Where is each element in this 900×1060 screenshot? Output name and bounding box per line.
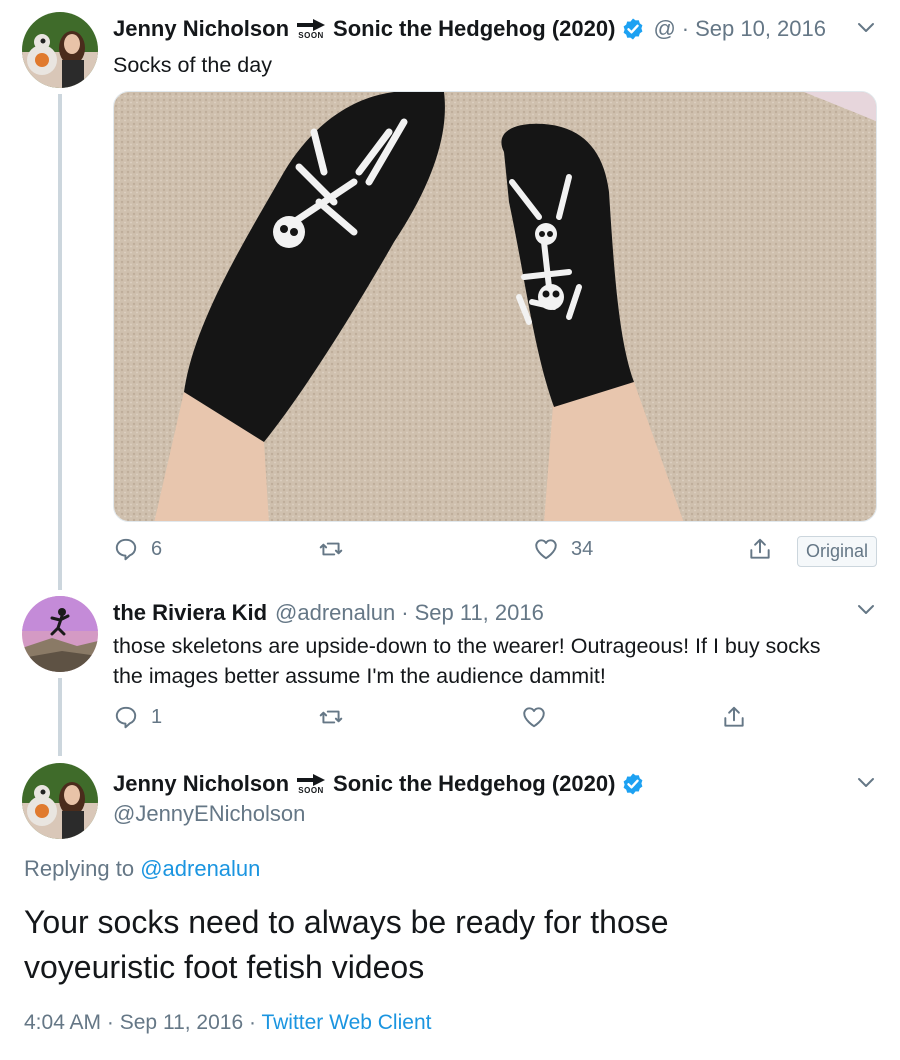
like-icon <box>523 707 545 728</box>
reply-icon <box>115 706 137 729</box>
socks-photo <box>114 92 876 521</box>
tweet-text-line: the images better assume I'm the audienc… <box>113 664 606 688</box>
author-name[interactable]: Jenny Nicholson <box>113 16 289 42</box>
verified-badge-icon <box>624 773 643 795</box>
avatar-image <box>22 763 98 839</box>
tweet-date[interactable]: Sep 11, 2016 <box>120 1011 243 1034</box>
retweet-icon <box>319 542 343 556</box>
tweet-1[interactable]: Jenny Nicholson SOON Sonic the Hedgehog … <box>0 0 900 590</box>
replying-to-label: Replying to <box>24 856 135 881</box>
tweet-date[interactable]: Sep 11, 2016 <box>415 600 544 626</box>
share-icon <box>724 706 744 727</box>
author-name-suffix[interactable]: Sonic the Hedgehog (2020) <box>333 16 615 42</box>
tweet-2[interactable]: the Riviera Kid @adrenalun · Sep 11, 201… <box>0 590 900 756</box>
like-icon <box>535 539 557 560</box>
replying-to-handle[interactable]: @adrenalun <box>140 856 260 881</box>
tweet-meta: 4:04 AM · Sep 11, 2016 · Twitter Web Cli… <box>24 1011 431 1035</box>
separator: · <box>401 600 409 625</box>
tweet-text: Socks of the day <box>113 53 272 77</box>
separator: · <box>248 1011 256 1034</box>
tweet-header: Jenny Nicholson SOON Sonic the Hedgehog … <box>113 16 826 42</box>
avatar[interactable] <box>22 12 98 88</box>
reply-action[interactable]: 1 <box>113 704 162 730</box>
share-action[interactable] <box>747 536 773 562</box>
retweet-action[interactable] <box>318 704 344 730</box>
verified-badge-icon <box>624 18 643 40</box>
tweet-client-link[interactable]: Twitter Web Client <box>261 1011 431 1034</box>
avatar-image <box>22 596 98 672</box>
focused-tweet-text: Your socks need to always be ready for t… <box>24 900 874 990</box>
tweet-time[interactable]: 4:04 AM <box>24 1011 101 1034</box>
avatar-image <box>22 12 98 88</box>
replying-to: Replying to @adrenalun <box>24 856 260 882</box>
reply-count: 1 <box>151 705 163 728</box>
author-name-suffix[interactable]: Sonic the Hedgehog (2020) <box>333 771 615 797</box>
tweet-header: Jenny Nicholson SOON Sonic the Hedgehog … <box>113 771 645 797</box>
chevron-down-icon[interactable] <box>856 18 876 38</box>
soon-arrow-icon: SOON <box>295 18 327 40</box>
chevron-down-icon[interactable] <box>856 773 876 793</box>
reply-count: 6 <box>151 537 163 560</box>
like-action[interactable]: 34 <box>533 536 593 562</box>
author-name[interactable]: the Riviera Kid <box>113 600 267 626</box>
like-count: 34 <box>571 537 594 560</box>
reply-action[interactable]: 6 <box>113 536 162 562</box>
tweet-text-line: those skeletons are upside-down to the w… <box>113 634 821 658</box>
tweet-text-line: voyeuristic foot fetish videos <box>24 949 425 985</box>
author-name[interactable]: Jenny Nicholson <box>113 771 289 797</box>
like-action[interactable] <box>521 704 547 730</box>
tweet-text-line: Your socks need to always be ready for t… <box>24 904 669 940</box>
soon-label: SOON <box>298 30 324 40</box>
soon-label: SOON <box>298 785 324 795</box>
separator: · <box>681 16 690 41</box>
chevron-down-icon[interactable] <box>856 600 876 620</box>
handle-row: @JennyENicholson <box>113 801 305 827</box>
tweet-photo[interactable] <box>113 91 877 522</box>
separator: · <box>106 1011 114 1034</box>
share-icon <box>750 538 770 559</box>
thread-line <box>58 94 62 590</box>
author-handle[interactable]: @ <box>653 16 675 42</box>
tweet-header: the Riviera Kid @adrenalun · Sep 11, 201… <box>113 600 544 626</box>
retweet-icon <box>319 710 343 724</box>
retweet-action[interactable] <box>318 536 356 562</box>
author-handle[interactable]: @JennyENicholson <box>113 801 305 827</box>
reply-icon <box>115 538 137 561</box>
original-button[interactable]: Original <box>796 536 877 567</box>
author-handle[interactable]: @adrenalun <box>275 600 395 626</box>
tweet-date[interactable]: Sep 10, 2016 <box>695 16 826 42</box>
tweet-actions: 1 <box>113 704 877 744</box>
share-action[interactable] <box>721 704 747 730</box>
tweet-actions: 6 34 Original <box>113 536 877 576</box>
avatar[interactable] <box>22 763 98 839</box>
tweet-text: those skeletons are upside-down to the w… <box>113 631 821 691</box>
avatar[interactable] <box>22 596 98 672</box>
thread-line <box>58 678 62 756</box>
soon-arrow-icon: SOON <box>295 773 327 795</box>
